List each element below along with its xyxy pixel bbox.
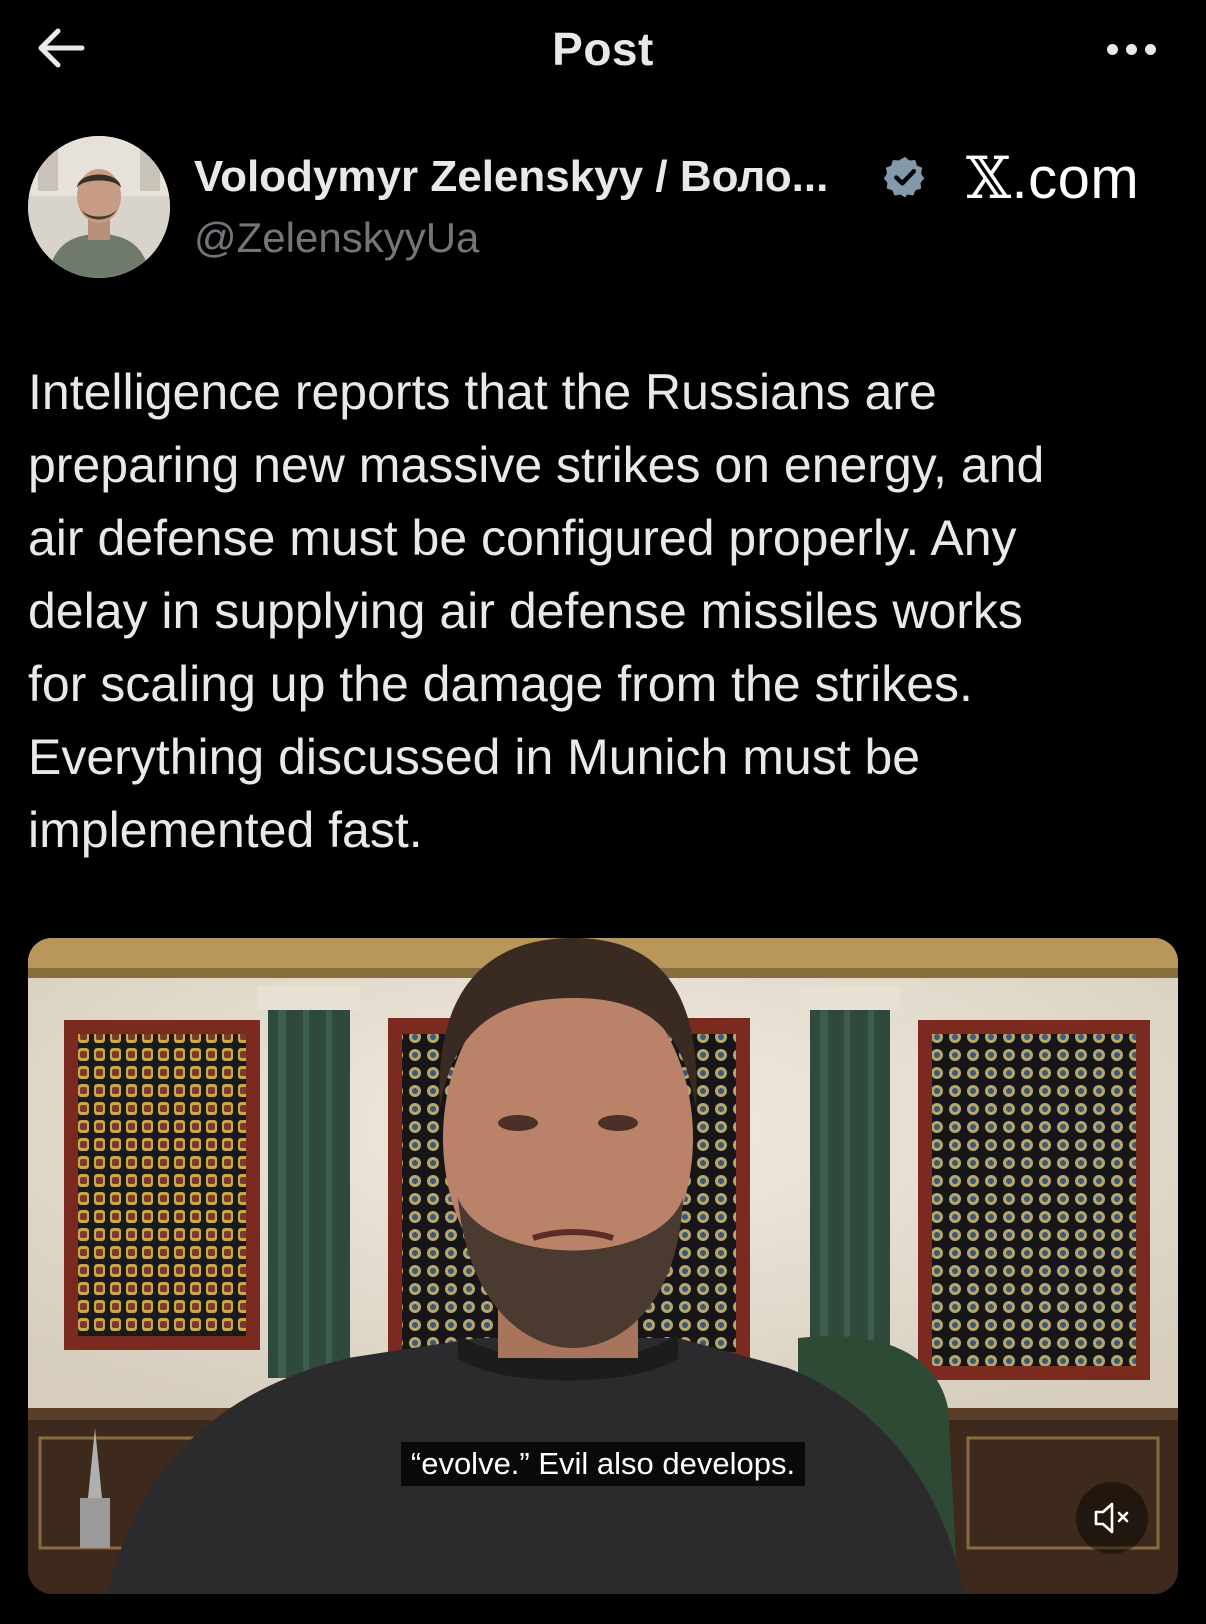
verified-badge-icon: [883, 156, 925, 198]
avatar[interactable]: [28, 136, 170, 278]
volume-muted-icon: [1094, 1502, 1129, 1534]
author-handle[interactable]: @ZelenskyyUa: [194, 214, 479, 262]
mute-toggle-button[interactable]: [1076, 1482, 1148, 1554]
x-logo-icon: 𝕏: [966, 144, 1012, 212]
author-name[interactable]: Volodymyr Zelenskyy / Воло...: [194, 152, 828, 202]
caption-text: “evolve.” Evil also develops.: [400, 1442, 806, 1486]
more-options-button[interactable]: [1096, 26, 1166, 72]
watermark-domain: .com: [1011, 146, 1140, 211]
page-title: Post: [552, 23, 654, 75]
post-text: Intelligence reports that the Russians a…: [28, 364, 1045, 858]
avatar-image: [28, 136, 170, 278]
video-caption: “evolve.” Evil also develops.: [28, 1442, 1178, 1486]
video-player[interactable]: “evolve.” Evil also develops.: [28, 938, 1178, 1594]
more-horizontal-icon: [1106, 43, 1118, 55]
top-bar: Post: [0, 0, 1206, 100]
author-row: Volodymyr Zelenskyy / Воло... @Zelenskyy…: [28, 136, 1178, 286]
x-com-watermark: 𝕏.com: [966, 144, 1139, 212]
video-frame: [28, 938, 1178, 1594]
